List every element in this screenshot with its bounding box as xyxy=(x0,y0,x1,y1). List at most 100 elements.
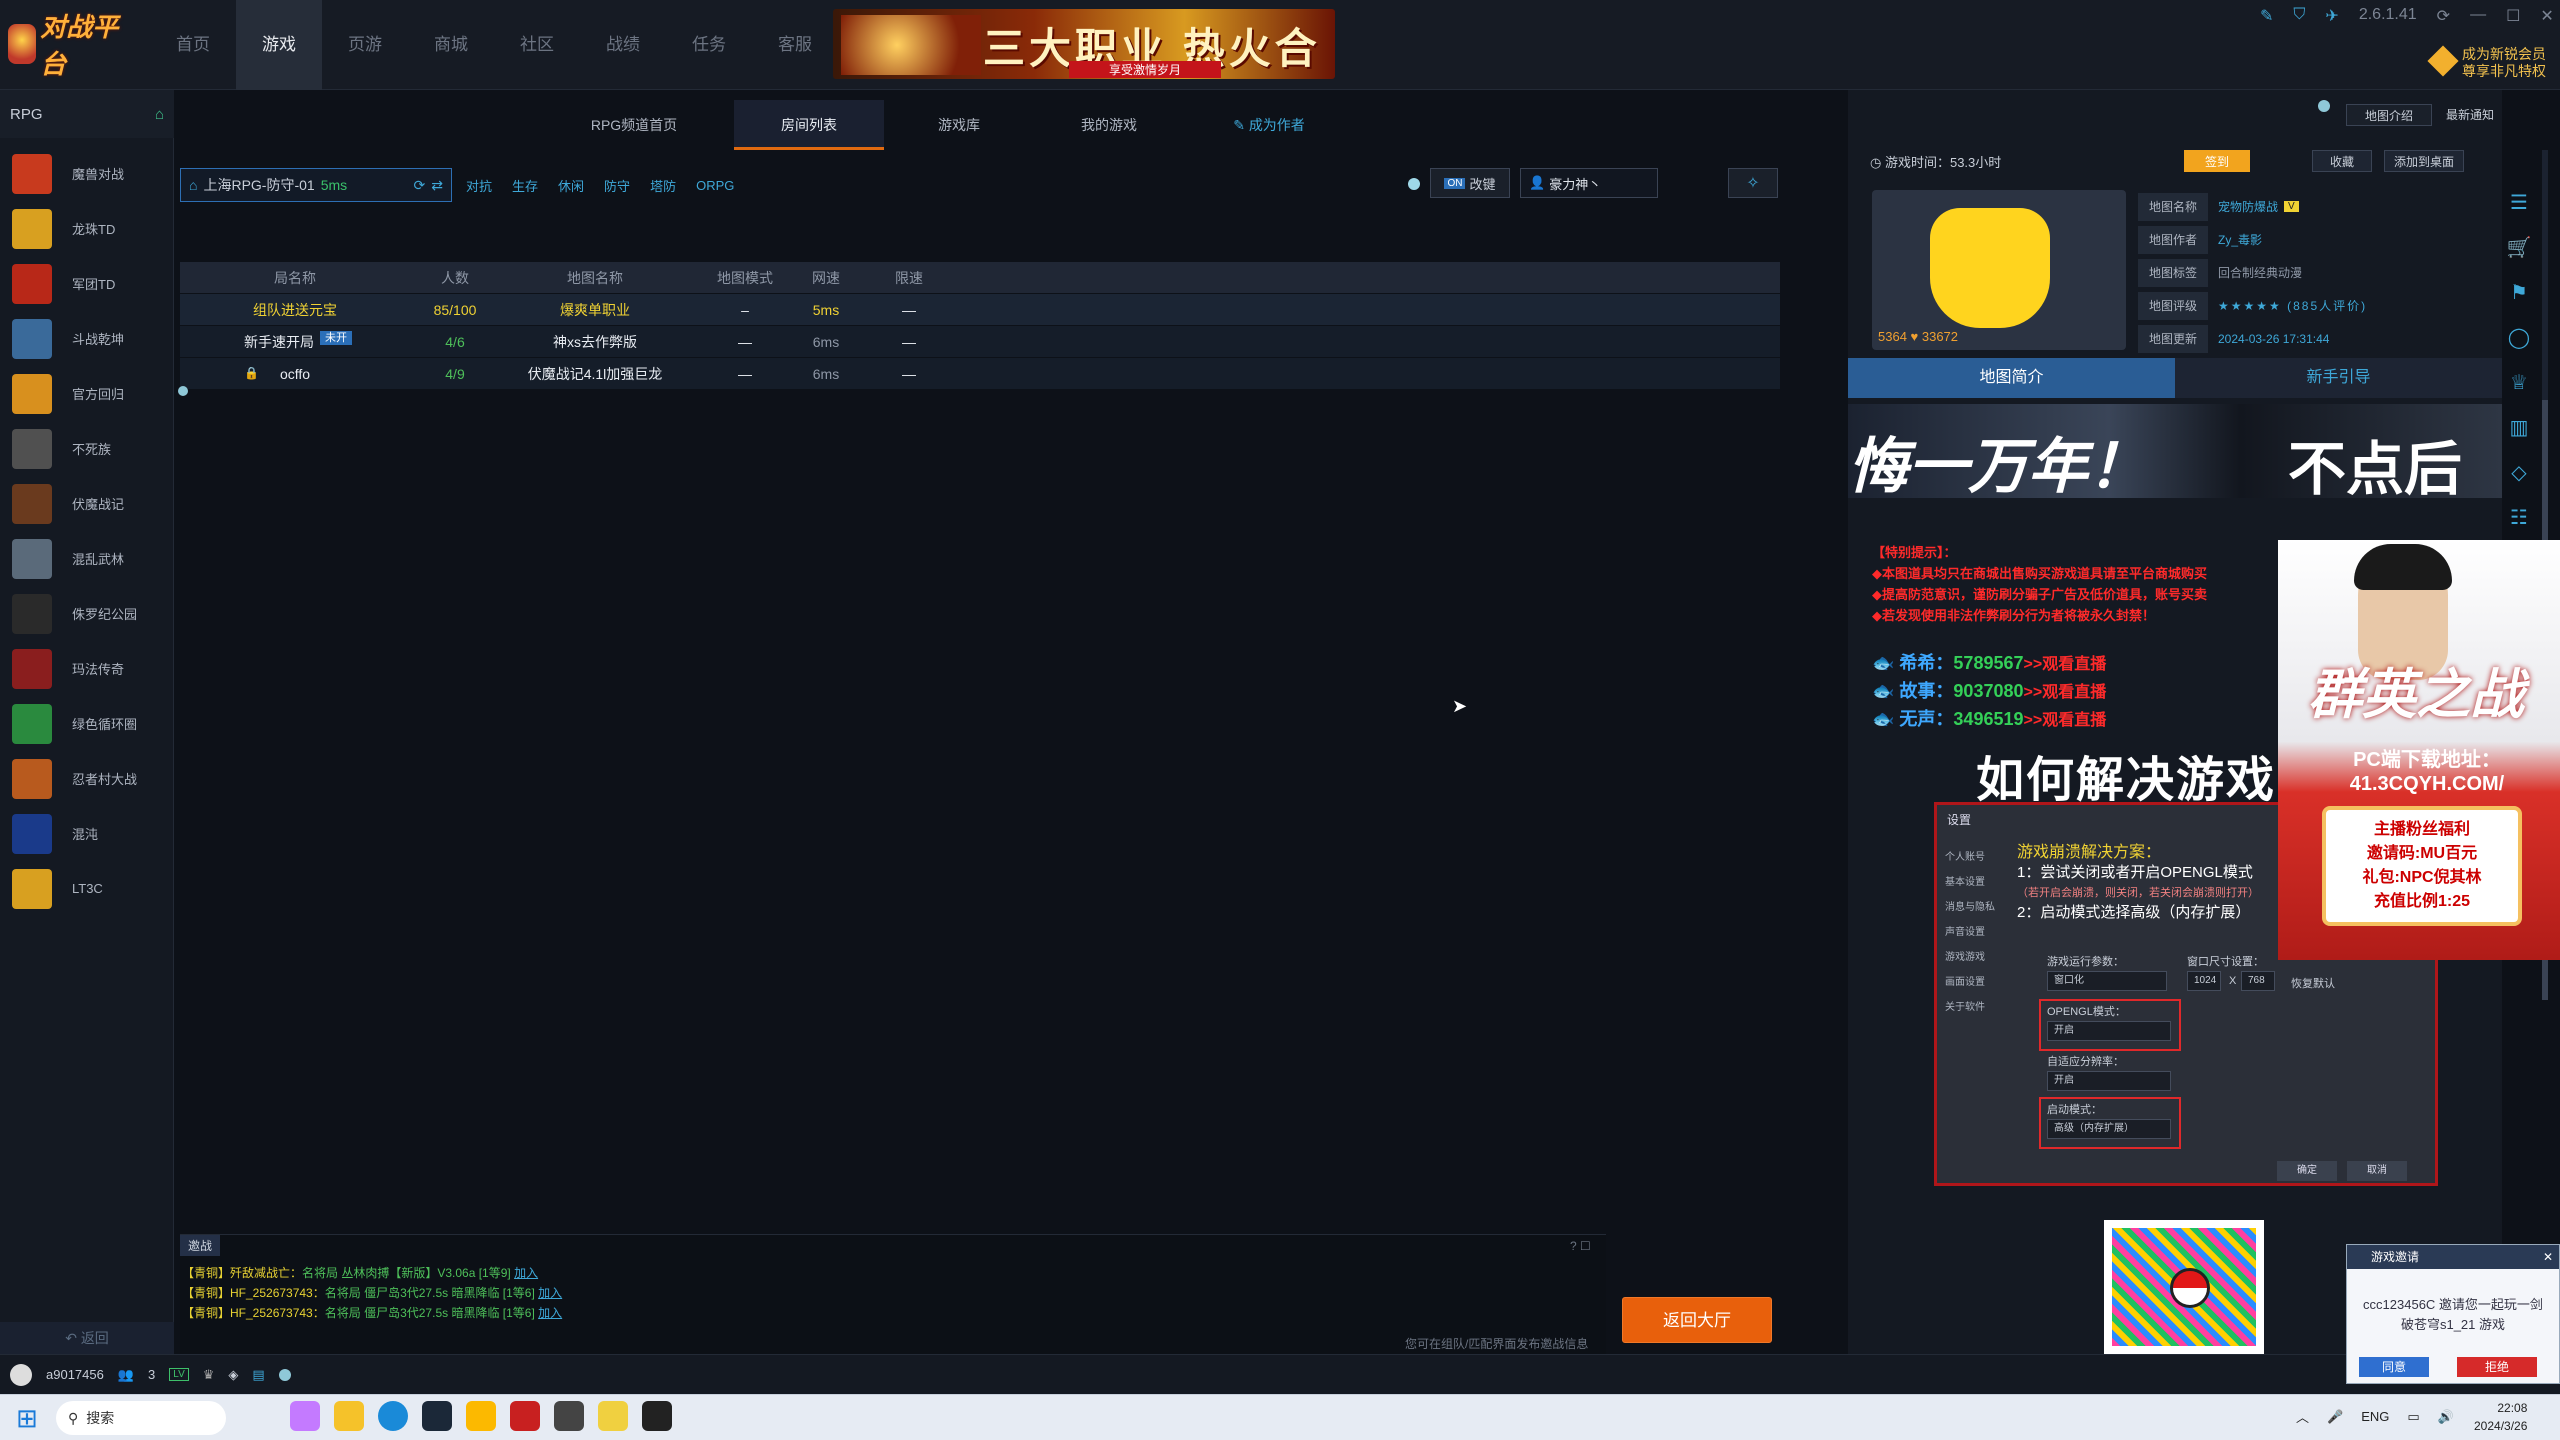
watch-link[interactable]: >>观看直播 xyxy=(2024,684,2107,701)
sidebar-game-item[interactable]: 军团TD xyxy=(0,256,174,311)
nav-item[interactable]: 首页 xyxy=(150,0,236,90)
map-tab[interactable]: 新手引导 xyxy=(2175,358,2502,398)
help-icon[interactable]: ? ☐ xyxy=(1570,1239,1591,1253)
document-icon[interactable]: ☰ xyxy=(2510,190,2528,215)
column-header[interactable]: 网速 xyxy=(800,268,852,288)
edge-icon[interactable] xyxy=(378,1401,408,1431)
app-icon[interactable] xyxy=(466,1401,496,1431)
watch-link[interactable]: >>观看直播 xyxy=(2024,712,2107,729)
hero-settings-button[interactable]: ✧ xyxy=(1728,168,1778,198)
chat-user[interactable]: 【青铜】HF_252673743： xyxy=(182,1286,325,1300)
volume-icon[interactable]: 🔊 xyxy=(2438,1409,2454,1425)
filter-tag[interactable]: 休闲 xyxy=(558,176,584,195)
steam-icon[interactable] xyxy=(422,1401,452,1431)
sidebar-game-item[interactable]: LT3C xyxy=(0,861,174,916)
sidebar-game-item[interactable]: 魔兽对战 xyxy=(0,146,174,201)
column-header[interactable]: 地图名称 xyxy=(500,268,690,288)
sub-tab[interactable]: ✎ 成为作者 xyxy=(1184,100,1354,150)
chart-icon[interactable]: ▥ xyxy=(2510,415,2529,440)
nav-item[interactable]: 战绩 xyxy=(580,0,666,90)
mic-icon[interactable]: 🎤 xyxy=(2327,1409,2343,1425)
chat-user[interactable]: 【青铜】歼敌减战亡： xyxy=(182,1266,302,1280)
accept-button[interactable]: 同意 xyxy=(2359,1357,2429,1377)
sidebar-game-item[interactable]: 伏魔战记 xyxy=(0,476,174,531)
sidebar-game-item[interactable]: 忍者村大战 xyxy=(0,751,174,806)
promo-banner[interactable]: 悔一万年！ 不点后 xyxy=(1848,404,2502,498)
minimize-icon[interactable]: — xyxy=(2470,6,2486,26)
sidebar-game-item[interactable]: 官方回归 xyxy=(0,366,174,421)
column-header[interactable]: 限速 xyxy=(852,268,966,288)
chat-badge-icon[interactable]: ▤ xyxy=(252,1367,264,1383)
watch-link[interactable]: >>观看直播 xyxy=(2024,656,2107,673)
trophy-icon[interactable]: ♕ xyxy=(2510,370,2528,395)
maximize-icon[interactable]: ☐ xyxy=(2506,6,2520,26)
shirt-icon[interactable]: ⛉ xyxy=(2293,6,2305,26)
column-header[interactable]: 人数 xyxy=(410,268,500,288)
filter-tag[interactable]: 塔防 xyxy=(650,176,676,195)
add-desktop-button[interactable]: 添加到桌面 xyxy=(2384,150,2464,172)
flag-icon[interactable]: ⚑ xyxy=(2510,280,2528,305)
folder-icon[interactable] xyxy=(334,1401,364,1431)
app2-icon[interactable] xyxy=(598,1401,628,1431)
column-header[interactable]: 局名称 xyxy=(180,268,410,288)
crown-icon[interactable]: ♛ xyxy=(203,1367,215,1383)
sidebar-game-item[interactable]: 斗战乾坤 xyxy=(0,311,174,366)
list-icon[interactable]: ☷ xyxy=(2510,505,2528,530)
nav-item[interactable]: 游戏 xyxy=(236,0,322,90)
sidebar-game-item[interactable]: 绿色循环圈 xyxy=(0,696,174,751)
app-logo[interactable]: 对战平台 xyxy=(8,12,132,79)
sub-tab[interactable]: RPG频道首页 xyxy=(534,100,734,150)
sidebar-game-item[interactable]: 龙珠TD xyxy=(0,201,174,256)
swap-icon[interactable]: ⇄ xyxy=(431,177,443,194)
sidebar-back-button[interactable]: ↶ 返回 xyxy=(0,1322,174,1354)
latest-notice-button[interactable]: 最新通知 xyxy=(2440,104,2500,126)
filter-tag[interactable]: ORPG xyxy=(696,178,734,193)
nav-item[interactable]: 商城 xyxy=(408,0,494,90)
avatar[interactable] xyxy=(10,1363,32,1386)
sub-tab[interactable]: 我的游戏 xyxy=(1034,100,1184,150)
language-indicator[interactable]: ENG xyxy=(2361,1409,2389,1424)
reject-button[interactable]: 拒绝 xyxy=(2457,1357,2537,1377)
comment-icon[interactable]: ◯ xyxy=(2508,325,2530,350)
table-row[interactable]: 新手速开局 未开 4/6 神xs去作弊版 — 6ms — xyxy=(180,326,1780,358)
diamond-badge-icon[interactable]: ◈ xyxy=(228,1367,238,1383)
favorite-button[interactable]: 收藏 xyxy=(2312,150,2372,172)
sidebar-game-item[interactable]: 玛法传奇 xyxy=(0,641,174,696)
sub-tab[interactable]: 游戏库 xyxy=(884,100,1034,150)
join-link[interactable]: 加入 xyxy=(538,1306,562,1320)
join-link[interactable]: 加入 xyxy=(514,1266,538,1280)
gem-icon[interactable]: ◇ xyxy=(2511,460,2526,485)
close-icon[interactable]: ✕ xyxy=(2543,1245,2553,1269)
sub-tab[interactable]: 房间列表 xyxy=(734,100,884,150)
chat-tab[interactable]: 邀战 xyxy=(180,1235,221,1256)
filter-tag[interactable]: 对抗 xyxy=(466,176,492,195)
changekey-button[interactable]: ON 改键 xyxy=(1430,168,1510,198)
filter-tag[interactable]: 生存 xyxy=(512,176,538,195)
copilot-icon[interactable] xyxy=(290,1401,320,1431)
map-intro-button[interactable]: 地图介绍 xyxy=(2346,104,2432,126)
home-icon[interactable]: ⌂ xyxy=(155,106,164,123)
column-header[interactable]: 地图模式 xyxy=(690,268,800,288)
filter-tag[interactable]: 防守 xyxy=(604,176,630,195)
refresh-icon[interactable]: ⟳ xyxy=(414,177,426,194)
nav-item[interactable]: 客服 xyxy=(752,0,838,90)
return-lobby-button[interactable]: 返回大厅 xyxy=(1622,1297,1772,1343)
server-selector[interactable]: ⌂ 上海RPG-防守-01 5ms ⟳ ⇄ xyxy=(180,168,452,202)
sign-in-button[interactable]: 签到 xyxy=(2184,150,2250,172)
refresh-icon[interactable]: ⟳ xyxy=(2437,6,2450,26)
windows-start-icon[interactable]: ⊞ xyxy=(16,1403,38,1434)
bird-icon[interactable]: ✈ xyxy=(2325,6,2338,26)
network-icon[interactable]: ▭ xyxy=(2407,1409,2419,1425)
sidebar-game-item[interactable]: 侏罗纪公园 xyxy=(0,586,174,641)
platform-icon[interactable] xyxy=(510,1401,540,1431)
sidebar-game-item[interactable]: 混乱武林 xyxy=(0,531,174,586)
sidebar-game-item[interactable]: 不死族 xyxy=(0,421,174,476)
top-banner-ad[interactable]: 三大职业 热火合击享受激情岁月 xyxy=(833,9,1335,79)
clock[interactable]: 22:08 2024/3/26 xyxy=(2474,1399,2527,1435)
map-tab[interactable]: 地图简介 xyxy=(1848,358,2175,398)
join-link[interactable]: 加入 xyxy=(538,1286,562,1300)
username[interactable]: a9017456 xyxy=(46,1367,104,1382)
chevron-up-icon[interactable]: ︿ xyxy=(2296,1407,2309,1426)
table-row[interactable]: ocffo 🔒 4/9 伏魔战记4.1l加强巨龙 — 6ms — xyxy=(180,358,1780,390)
vip-promo[interactable]: 成为新锐会员 尊享非凡特权 xyxy=(2427,44,2552,82)
